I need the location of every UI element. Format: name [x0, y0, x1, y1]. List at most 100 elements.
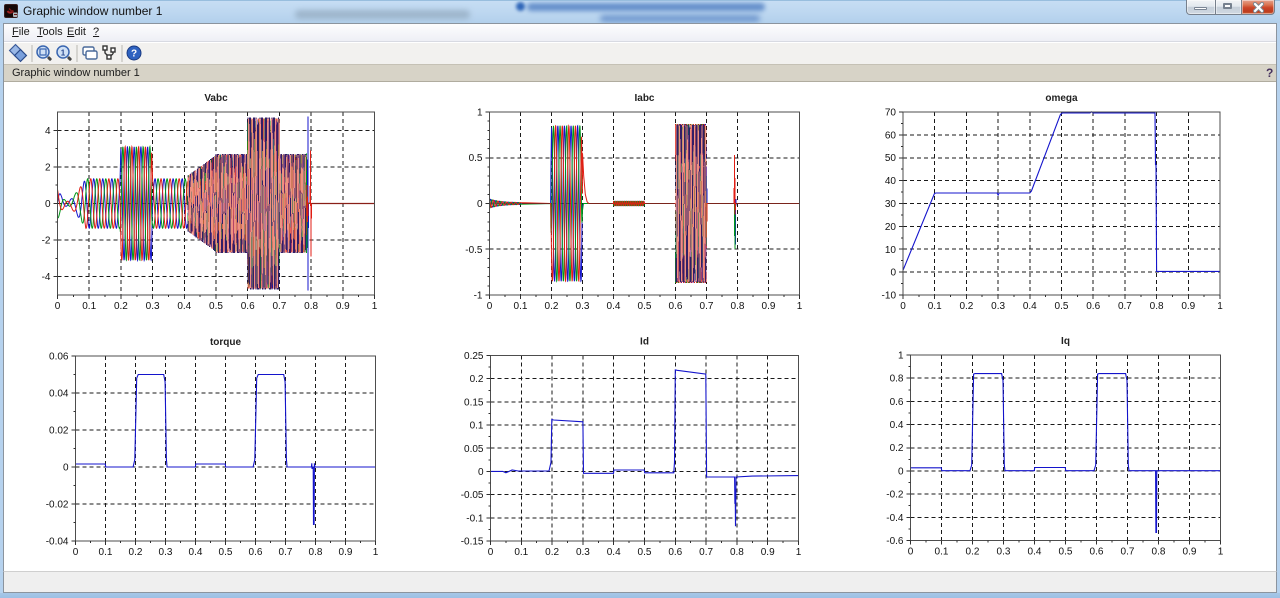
- svg-text:0.4: 0.4: [607, 301, 621, 312]
- svg-text:0.04: 0.04: [49, 389, 69, 400]
- svg-text:?: ?: [131, 49, 137, 60]
- svg-text:0.6: 0.6: [1086, 301, 1100, 312]
- svg-text:-0.15: -0.15: [461, 537, 484, 548]
- svg-text:0: 0: [477, 199, 483, 210]
- svg-text:0.7: 0.7: [1121, 547, 1135, 558]
- svg-text:0.6: 0.6: [669, 301, 683, 312]
- svg-text:0.6: 0.6: [1090, 547, 1104, 558]
- svg-text:0.5: 0.5: [638, 301, 652, 312]
- svg-text:0.1: 0.1: [99, 547, 113, 558]
- svg-text:Iq: Iq: [1061, 336, 1070, 347]
- svg-text:0.8: 0.8: [890, 374, 904, 385]
- svg-text:0.8: 0.8: [304, 301, 318, 312]
- svg-text:Vabc: Vabc: [204, 93, 228, 104]
- svg-text:30: 30: [885, 199, 897, 210]
- svg-text:-4: -4: [42, 272, 51, 283]
- svg-text:0.3: 0.3: [991, 301, 1005, 312]
- svg-text:0.2: 0.2: [114, 301, 128, 312]
- svg-text:0.2: 0.2: [959, 301, 973, 312]
- svg-text:0: 0: [478, 467, 484, 478]
- svg-text:0.4: 0.4: [189, 547, 203, 558]
- svg-text:0.8: 0.8: [309, 547, 323, 558]
- svg-text:0.9: 0.9: [339, 547, 353, 558]
- svg-text:1: 1: [61, 49, 66, 58]
- svg-text:0.2: 0.2: [545, 301, 559, 312]
- svg-text:0.9: 0.9: [762, 301, 776, 312]
- svg-text:0.1: 0.1: [82, 301, 96, 312]
- svg-text:0.5: 0.5: [1055, 301, 1069, 312]
- svg-text:0.4: 0.4: [890, 420, 904, 431]
- svg-text:0: 0: [488, 547, 494, 558]
- svg-text:0.1: 0.1: [470, 421, 484, 432]
- svg-text:1: 1: [477, 108, 483, 119]
- svg-text:Id: Id: [640, 337, 649, 348]
- svg-text:0.3: 0.3: [146, 301, 160, 312]
- svg-text:0: 0: [73, 547, 79, 558]
- svg-text:0.2: 0.2: [966, 547, 980, 558]
- svg-text:0.6: 0.6: [668, 547, 682, 558]
- svg-text:40: 40: [885, 176, 897, 187]
- svg-text:0.7: 0.7: [279, 547, 293, 558]
- svg-text:1: 1: [1217, 301, 1223, 312]
- svg-text:1: 1: [372, 301, 378, 312]
- svg-text:0.8: 0.8: [1152, 547, 1166, 558]
- svg-text:0.5: 0.5: [219, 547, 233, 558]
- svg-text:0.25: 0.25: [464, 351, 484, 362]
- svg-text:0.3: 0.3: [997, 547, 1011, 558]
- svg-text:0.2: 0.2: [545, 547, 559, 558]
- svg-text:-0.05: -0.05: [461, 490, 484, 501]
- svg-text:0.4: 0.4: [177, 301, 191, 312]
- svg-text:-0.04: -0.04: [46, 537, 69, 548]
- svg-text:0: 0: [487, 301, 493, 312]
- svg-text:-0.5: -0.5: [465, 245, 483, 256]
- svg-text:-1: -1: [474, 291, 483, 302]
- svg-text:0.7: 0.7: [272, 301, 286, 312]
- svg-text:0: 0: [908, 547, 914, 558]
- svg-text:0.5: 0.5: [209, 301, 223, 312]
- svg-text:4: 4: [45, 126, 51, 137]
- svg-text:Iabc: Iabc: [634, 93, 654, 104]
- svg-text:0: 0: [890, 268, 896, 279]
- svg-text:0.3: 0.3: [576, 301, 590, 312]
- svg-text:0: 0: [900, 301, 906, 312]
- svg-text:0.2: 0.2: [470, 374, 484, 385]
- svg-text:0.6: 0.6: [241, 301, 255, 312]
- svg-text:1: 1: [1218, 547, 1224, 558]
- svg-text:0.2: 0.2: [890, 443, 904, 454]
- svg-text:torque: torque: [210, 337, 242, 348]
- svg-text:0: 0: [898, 466, 904, 477]
- svg-text:-0.6: -0.6: [886, 536, 904, 547]
- svg-text:0.1: 0.1: [514, 301, 528, 312]
- svg-text:0.8: 0.8: [731, 301, 745, 312]
- svg-text:0.8: 0.8: [1150, 301, 1164, 312]
- svg-text:0.5: 0.5: [469, 153, 483, 164]
- svg-text:0: 0: [45, 199, 51, 210]
- svg-text:-0.2: -0.2: [886, 490, 904, 501]
- svg-text:0.9: 0.9: [1183, 547, 1197, 558]
- svg-text:-10: -10: [882, 291, 897, 302]
- svg-text:1: 1: [898, 351, 904, 362]
- svg-text:0.05: 0.05: [464, 444, 484, 455]
- svg-text:60: 60: [885, 130, 897, 141]
- svg-text:0.4: 0.4: [1023, 301, 1037, 312]
- svg-text:-0.1: -0.1: [466, 513, 484, 524]
- svg-text:0.7: 0.7: [700, 301, 714, 312]
- svg-text:-2: -2: [42, 236, 51, 247]
- svg-text:0.02: 0.02: [49, 426, 69, 437]
- svg-text:0: 0: [55, 301, 61, 312]
- svg-text:0.6: 0.6: [890, 397, 904, 408]
- svg-text:1: 1: [373, 547, 379, 558]
- svg-text:1: 1: [796, 547, 802, 558]
- svg-text:0.9: 0.9: [336, 301, 350, 312]
- svg-text:70: 70: [885, 108, 897, 119]
- svg-text:0.8: 0.8: [730, 547, 744, 558]
- svg-text:20: 20: [885, 222, 897, 233]
- svg-text:0.6: 0.6: [249, 547, 263, 558]
- svg-text:omega: omega: [1045, 93, 1078, 104]
- svg-text:0.3: 0.3: [159, 547, 173, 558]
- svg-text:0.1: 0.1: [514, 547, 528, 558]
- svg-text:0.3: 0.3: [576, 547, 590, 558]
- svg-text:0.4: 0.4: [607, 547, 621, 558]
- svg-text:0: 0: [63, 463, 69, 474]
- svg-text:0.15: 0.15: [464, 397, 484, 408]
